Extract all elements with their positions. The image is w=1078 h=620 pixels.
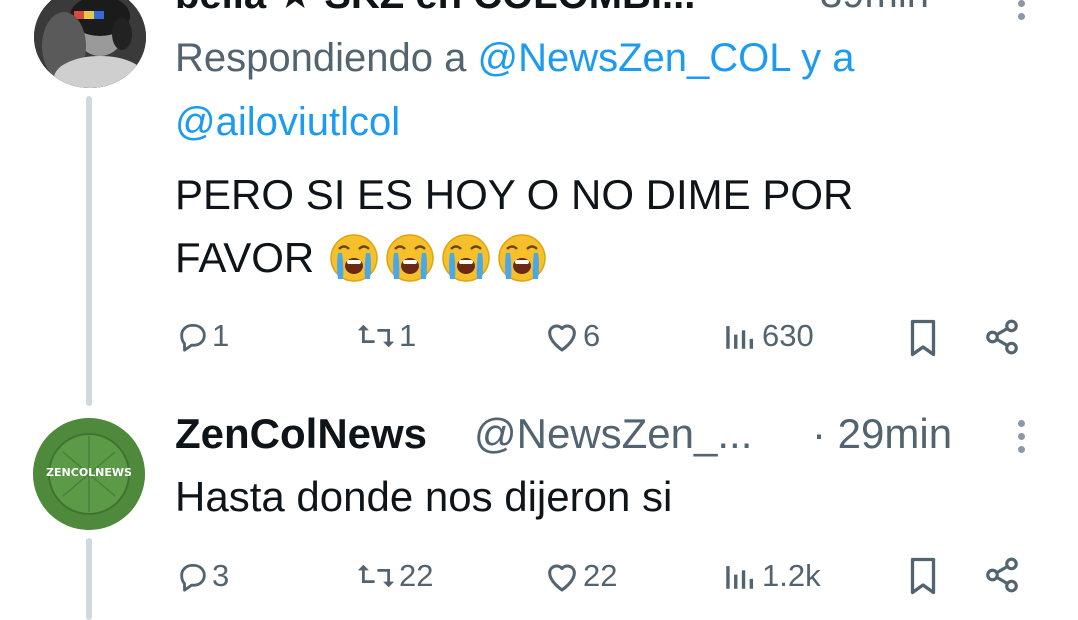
repost-icon	[357, 564, 395, 588]
reply-count: 3	[212, 558, 230, 593]
avatar-logo-text: ZENCOLNEWS	[46, 466, 132, 479]
reply-icon	[180, 323, 206, 352]
like-button[interactable]: 22	[543, 558, 617, 594]
reply-count: 1	[212, 318, 230, 353]
thread-line	[86, 96, 92, 406]
reply-handle-link[interactable]: @NewsZen_COL	[477, 36, 790, 80]
heart-icon	[548, 324, 576, 352]
views-count: 1.2k	[762, 558, 821, 593]
reply-handle-link-2[interactable]: @ailoviutlcol	[175, 98, 400, 146]
loudly-crying-face-emoji-icon	[498, 234, 546, 282]
views-count: 630	[762, 318, 814, 353]
bookmark-icon	[910, 557, 936, 595]
thread-line	[86, 538, 92, 620]
bookmark-button[interactable]	[905, 318, 941, 358]
like-count: 6	[583, 318, 601, 353]
like-button[interactable]: 6	[543, 318, 600, 354]
emoji-row	[324, 232, 548, 284]
timestamp[interactable]: 39min	[820, 0, 929, 17]
tweet-text-line-2: FAVOR	[175, 232, 548, 284]
reply-context: Respondiendo a @NewsZen_COL y a	[175, 34, 855, 82]
timestamp[interactable]: · 29min	[812, 410, 952, 458]
repost-button[interactable]: 1	[355, 318, 416, 354]
avatar-photo	[34, 0, 146, 88]
more-options-icon[interactable]	[1018, 0, 1026, 26]
reply-icon	[180, 563, 206, 592]
share-button[interactable]	[983, 556, 1021, 594]
avatar[interactable]	[34, 0, 146, 88]
repost-button[interactable]: 22	[355, 558, 433, 594]
reply-prefix: Respondiendo a	[175, 36, 467, 80]
reply-button[interactable]: 3	[176, 558, 229, 594]
tweet-text: Hasta donde nos dijeron si	[175, 473, 673, 520]
views-button[interactable]: 630	[722, 318, 814, 354]
loudly-crying-face-emoji-icon	[442, 234, 490, 282]
reply-button[interactable]: 1	[176, 318, 229, 354]
heart-icon	[548, 564, 576, 592]
share-icon	[986, 557, 1018, 593]
views-bar-chart-icon	[726, 326, 754, 349]
share-icon	[986, 319, 1018, 355]
display-name[interactable]: bella ★ SKZ en COLOMBI...	[175, 0, 695, 18]
repost-count: 22	[399, 558, 434, 593]
display-name[interactable]: ZenColNews	[175, 410, 427, 458]
loudly-crying-face-emoji-icon	[386, 234, 434, 282]
user-handle[interactable]: @NewsZen_...	[474, 410, 752, 458]
views-button[interactable]: 1.2k	[722, 558, 821, 594]
loudly-crying-face-emoji-icon	[330, 234, 378, 282]
bookmark-button[interactable]	[905, 556, 941, 596]
share-button[interactable]	[983, 318, 1021, 356]
like-count: 22	[583, 558, 618, 593]
tweet-text-line-1: PERO SI ES HOY O NO DIME POR	[175, 171, 854, 218]
zencolnews-logo: ZENCOLNEWS	[33, 418, 145, 530]
views-bar-chart-icon	[726, 566, 754, 589]
tweet-text-word: FAVOR	[175, 234, 315, 281]
more-options-icon[interactable]	[1018, 420, 1026, 459]
avatar[interactable]: ZENCOLNEWS	[33, 418, 145, 530]
reply-conjunction: y a	[801, 36, 855, 80]
repost-count: 1	[399, 318, 417, 353]
repost-icon	[357, 324, 395, 348]
bookmark-icon	[910, 319, 936, 357]
